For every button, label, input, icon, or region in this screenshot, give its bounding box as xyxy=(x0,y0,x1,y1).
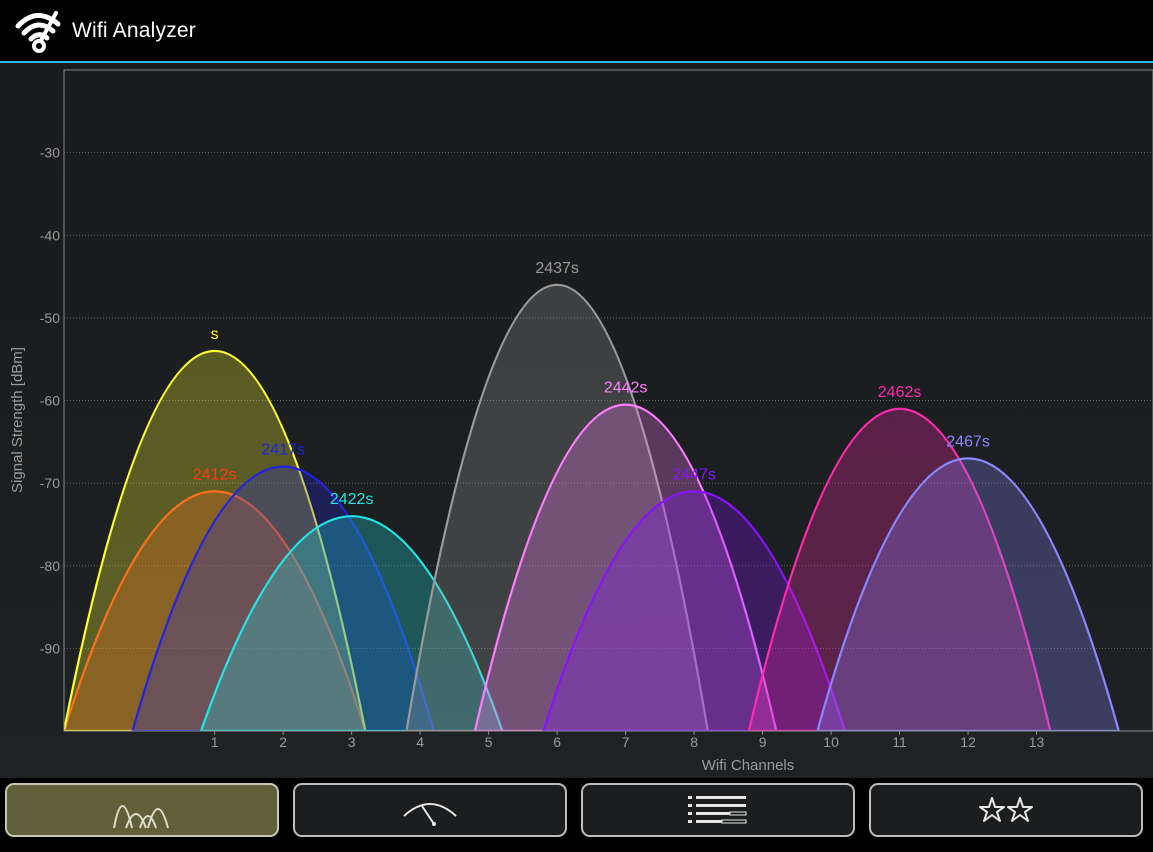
channel-rating-icon xyxy=(979,797,1033,822)
signal-meter-button[interactable] xyxy=(293,783,567,837)
x-tick-label: 9 xyxy=(759,734,767,750)
x-tick-label: 13 xyxy=(1029,734,1045,750)
wifi-analyzer-app: Wifi Analyzer -30 -40 -50 -60 -70 -80 -90 1 2 3 4 5… xyxy=(0,0,1153,852)
network-label-2417s: 2417s xyxy=(261,442,305,459)
signal-areas xyxy=(64,284,1120,731)
x-tick-label: 11 xyxy=(892,734,907,750)
x-tick-label: 3 xyxy=(348,734,356,750)
channel-rating-button[interactable] xyxy=(869,783,1143,837)
x-tick-label: 8 xyxy=(690,734,698,750)
network-label-2442s: 2442s xyxy=(604,380,648,397)
y-tick-label: -30 xyxy=(40,145,60,161)
ap-list-button[interactable] xyxy=(581,783,855,837)
channel-graph-button[interactable] xyxy=(5,783,279,837)
network-label-s: s xyxy=(211,326,219,343)
x-tick-label: 4 xyxy=(416,734,424,750)
channel-graph-chart: -30 -40 -50 -60 -70 -80 -90 1 2 3 4 5 6 7 8 9 10 11 12 13 2… xyxy=(0,63,1153,778)
x-tick-label: 6 xyxy=(553,734,561,750)
x-tick-label: 10 xyxy=(823,734,839,750)
network-label-2462s: 2462s xyxy=(878,384,922,401)
x-tick-label: 1 xyxy=(211,734,219,750)
chart-svg: -30-40-50-60-70-80-901 2 3 4 5 6 7 8 9 10 11 12 13 2… xyxy=(9,69,1153,774)
x-tick-label: 7 xyxy=(622,734,630,750)
y-tick-label: -90 xyxy=(40,640,60,656)
network-label-2412s: 2412s xyxy=(193,466,237,483)
x-tick-label: 2 xyxy=(279,734,287,750)
y-tick-label: -80 xyxy=(40,558,60,574)
y-tick-label: -50 xyxy=(40,310,60,326)
y-tick-label: -40 xyxy=(40,227,60,243)
signal-meter-icon xyxy=(403,803,457,826)
y-tick-label: -70 xyxy=(40,475,60,491)
wifi-signal-icon[interactable] xyxy=(12,8,62,54)
y-axis-title: Signal Strength [dBm] xyxy=(9,347,26,493)
x-tick-label: 5 xyxy=(485,734,493,750)
network-label-2447s: 2447s xyxy=(672,466,716,483)
x-tick-label: 12 xyxy=(960,734,976,750)
network-label-2422s: 2422s xyxy=(330,491,374,508)
y-tick-label: -60 xyxy=(40,393,60,409)
channel-graph-icon xyxy=(113,805,169,829)
app-title: Wifi Analyzer xyxy=(72,19,196,42)
network-label-2437s: 2437s xyxy=(535,260,579,277)
bottom-tab-bar xyxy=(0,778,1153,852)
x-axis-title: Wifi Channels xyxy=(702,757,795,774)
network-label-2467s: 2467s xyxy=(946,433,990,450)
action-bar: Wifi Analyzer xyxy=(0,0,1153,63)
ap-list-icon xyxy=(688,796,747,824)
